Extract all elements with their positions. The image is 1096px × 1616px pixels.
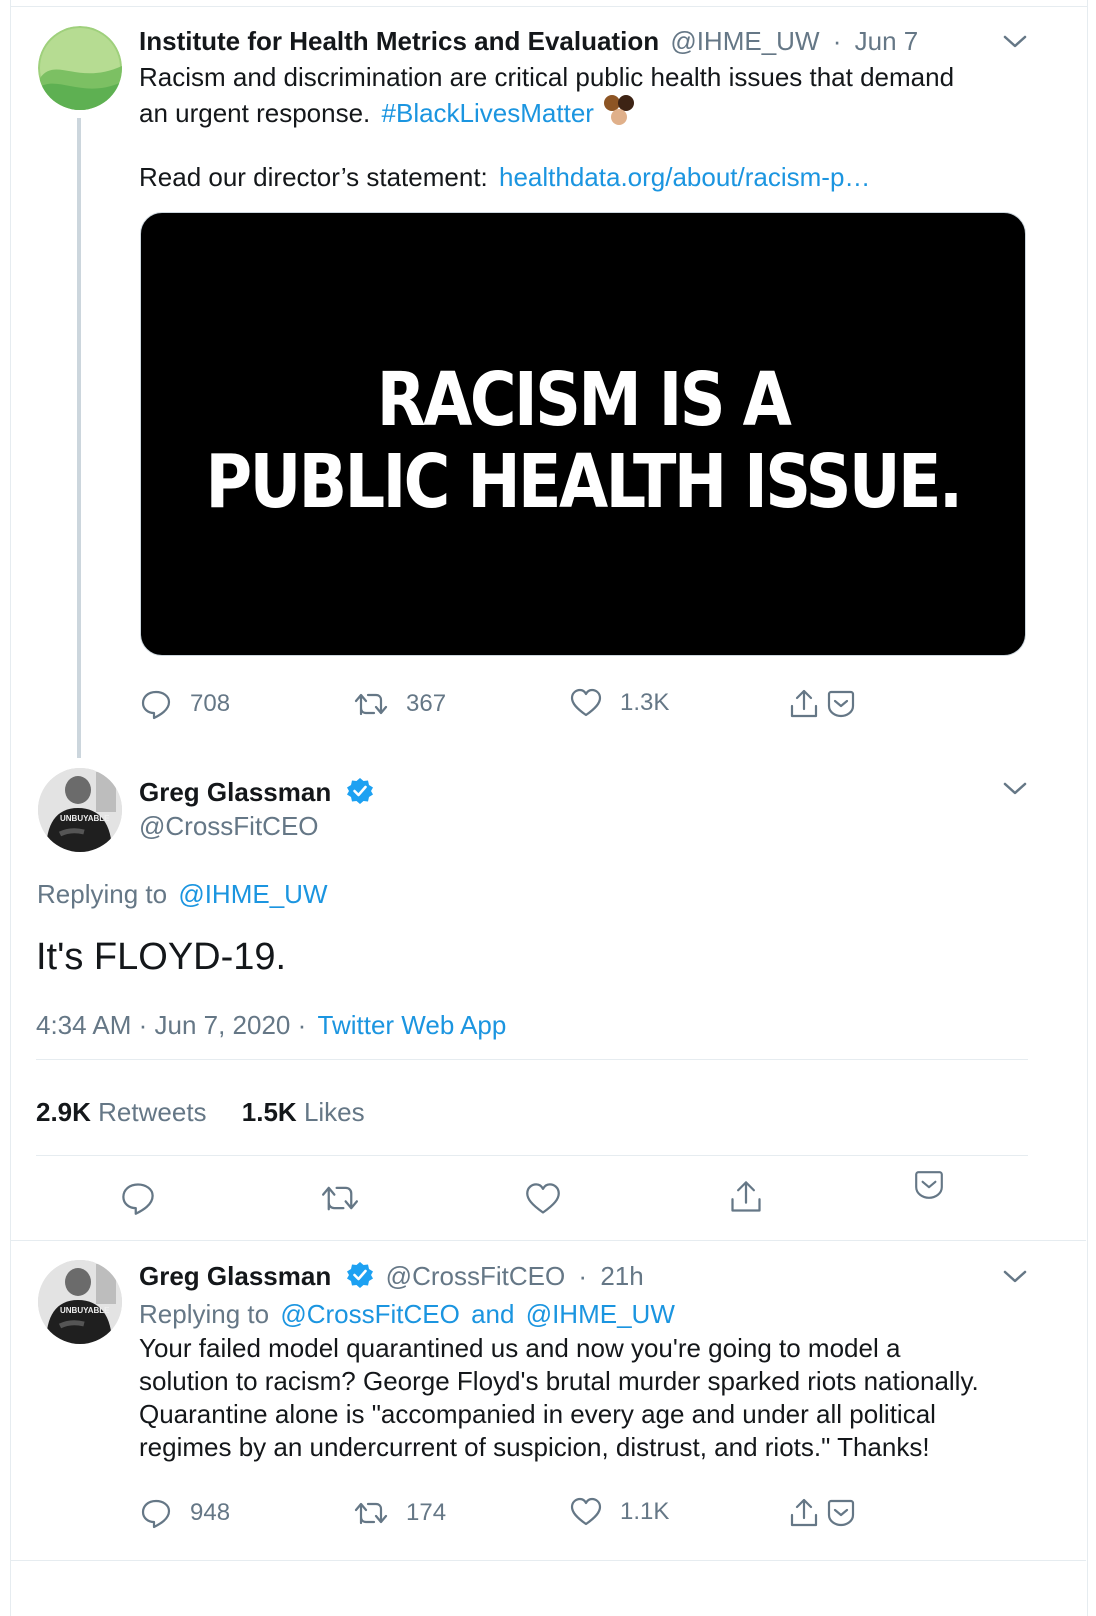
- tweet1-retweet-count: 367: [406, 690, 447, 717]
- likes-count: 1.5K: [241, 1097, 297, 1127]
- chevron-down-icon[interactable]: [1002, 34, 1028, 50]
- image-headline-line1: RACISM IS A: [376, 357, 792, 443]
- save-tweet-icon[interactable]: [826, 1499, 856, 1527]
- tweet3-reply-count: 948: [190, 1499, 231, 1526]
- ihme-avatar[interactable]: [38, 26, 122, 110]
- chevron-down-icon[interactable]: [1002, 1269, 1028, 1285]
- greg-avatar[interactable]: UNBUYABLE: [38, 768, 122, 852]
- share-icon[interactable]: [788, 688, 820, 720]
- tweet1-text-line2-row: an urgent response. #BlackLivesMatter: [139, 94, 1019, 130]
- likes-label: Likes: [303, 1097, 365, 1127]
- tweet3-text-line3: Quarantine alone is "accompanied in ever…: [139, 1399, 936, 1429]
- retweets-count: 2.9K: [36, 1097, 91, 1127]
- statement-link[interactable]: healthdata.org/about/racism-p…: [499, 162, 870, 192]
- save-tweet-icon[interactable]: [913, 1170, 945, 1200]
- image-headline-line2: PUBLIC HEALTH ISSUE.: [205, 439, 964, 525]
- tweet2-stats: 2.9K Retweets 1.5K Likes: [36, 1096, 365, 1128]
- tweet1-retweet-button[interactable]: 367: [354, 688, 446, 720]
- tweet2-bottom-divider: [10, 1240, 1086, 1241]
- tweet1-image[interactable]: RACISM IS A PUBLIC HEALTH ISSUE.: [140, 212, 1026, 656]
- tweet3-text-line4: regimes by an undercurrent of suspicion,…: [139, 1432, 930, 1462]
- tweet3-retweet-count: 174: [406, 1499, 447, 1526]
- like-icon: [570, 688, 602, 717]
- tweet3-retweet-button[interactable]: 174: [354, 1497, 446, 1529]
- tweet2-handle[interactable]: @CrossFitCEO: [139, 810, 319, 842]
- chevron-down-icon[interactable]: [1002, 781, 1028, 797]
- tweet1-body: Racism and discrimination are critical p…: [139, 60, 1019, 130]
- read-label: Read our director’s statement:: [139, 162, 488, 192]
- retweet-icon[interactable]: [320, 1180, 360, 1216]
- tweet2-author-name[interactable]: Greg Glassman: [139, 777, 331, 807]
- tweet1-reply-count: 708: [190, 690, 231, 717]
- tweet3-sep: ·: [578, 1261, 588, 1291]
- avatar-shirt-text: UNBUYABLE: [60, 814, 110, 823]
- like-icon[interactable]: [525, 1182, 561, 1216]
- thread-line: [77, 118, 81, 758]
- like-icon: [570, 1497, 602, 1526]
- tweet2-replying-label: Replying to: [37, 879, 168, 909]
- share-icon[interactable]: [728, 1178, 764, 1216]
- tweet1-header: Institute for Health Metrics and Evaluat…: [139, 26, 918, 56]
- fist-emoji-icon: [604, 95, 635, 125]
- retweet-icon: [354, 693, 388, 716]
- tweet3-replying: Replying to @CrossFitCEO and @IHME_UW: [139, 1298, 675, 1330]
- tweet2-replying-to[interactable]: @IHME_UW: [178, 879, 327, 909]
- retweets-label: Retweets: [98, 1097, 207, 1127]
- tweet3-handle[interactable]: @CrossFitCEO: [386, 1261, 566, 1291]
- reply-icon[interactable]: [120, 1180, 156, 1216]
- tweet1-handle[interactable]: @IHME_UW: [670, 26, 819, 56]
- hashtag-link[interactable]: #BlackLivesMatter: [382, 98, 594, 128]
- tweet1-text-line1: Racism and discrimination are critical p…: [139, 62, 955, 92]
- stats-top-divider: [36, 1059, 1028, 1060]
- save-tweet-icon[interactable]: [826, 690, 856, 718]
- tweet3-replying-and: and: [471, 1299, 515, 1329]
- tweet3-bottom-divider: [10, 1560, 1086, 1561]
- tweet2-text: It's FLOYD-19.: [36, 936, 287, 978]
- tweet2-author: Greg Glassman: [139, 776, 374, 808]
- tweet3-reply-button[interactable]: 948: [140, 1497, 230, 1529]
- tweet3-author-name[interactable]: Greg Glassman: [139, 1261, 331, 1291]
- tweet3-text-line1: Your failed model quarantined us and now…: [139, 1333, 901, 1363]
- tweet1-like-button[interactable]: 1.3K: [570, 688, 669, 718]
- tweet3-replying-label: Replying to: [139, 1299, 270, 1329]
- tweet2-replying: Replying to @IHME_UW: [37, 878, 327, 910]
- tweet1-date[interactable]: Jun 7: [855, 26, 919, 56]
- tweet2-source[interactable]: Twitter Web App: [318, 1010, 507, 1040]
- tweet3-like-button[interactable]: 1.1K: [570, 1497, 669, 1527]
- tweet3-body: Your failed model quarantined us and now…: [139, 1332, 1039, 1464]
- top-divider: [11, 6, 1087, 7]
- image-headline: RACISM IS A PUBLIC HEALTH ISSUE.: [203, 357, 964, 525]
- tweet1-author-name[interactable]: Institute for Health Metrics and Evaluat…: [139, 26, 659, 56]
- greg-avatar-reply[interactable]: UNBUYABLE: [38, 1260, 122, 1344]
- tweet1-like-count: 1.3K: [620, 689, 670, 716]
- tweet2-meta: 4:34 AM · Jun 7, 2020 · Twitter Web App: [36, 1009, 506, 1041]
- tweet1-reply-button[interactable]: 708: [140, 688, 230, 720]
- tweet1-sep: ·: [832, 26, 842, 56]
- tweet3-like-count: 1.1K: [620, 1498, 670, 1525]
- likes-stat[interactable]: 1.5K Likes: [242, 1097, 365, 1127]
- tweet3-text-line2: solution to racism? George Floyd's bruta…: [139, 1366, 979, 1396]
- tweet1-text-line2: an urgent response.: [139, 98, 371, 128]
- tweet3-time[interactable]: 21h: [600, 1261, 643, 1291]
- reply-icon: [141, 690, 171, 720]
- verified-badge-icon: [347, 778, 374, 805]
- retweets-stat[interactable]: 2.9K Retweets: [36, 1097, 214, 1127]
- tweet3-header: Greg Glassman @CrossFitCEO · 21h: [139, 1260, 644, 1292]
- retweet-icon: [354, 1502, 388, 1525]
- tweet3-replying-to-2[interactable]: @IHME_UW: [526, 1299, 675, 1329]
- stats-bottom-divider: [36, 1155, 1028, 1156]
- verified-badge-icon: [347, 1262, 374, 1289]
- tweet1-read-row: Read our director’s statement: healthdat…: [139, 160, 870, 194]
- avatar-shirt-text: UNBUYABLE: [60, 1306, 110, 1315]
- reply-icon: [141, 1499, 171, 1529]
- share-icon[interactable]: [788, 1497, 820, 1529]
- tweet3-replying-to-1[interactable]: @CrossFitCEO: [280, 1299, 460, 1329]
- tweet2-time[interactable]: 4:34 AM · Jun 7, 2020 ·: [36, 1010, 306, 1040]
